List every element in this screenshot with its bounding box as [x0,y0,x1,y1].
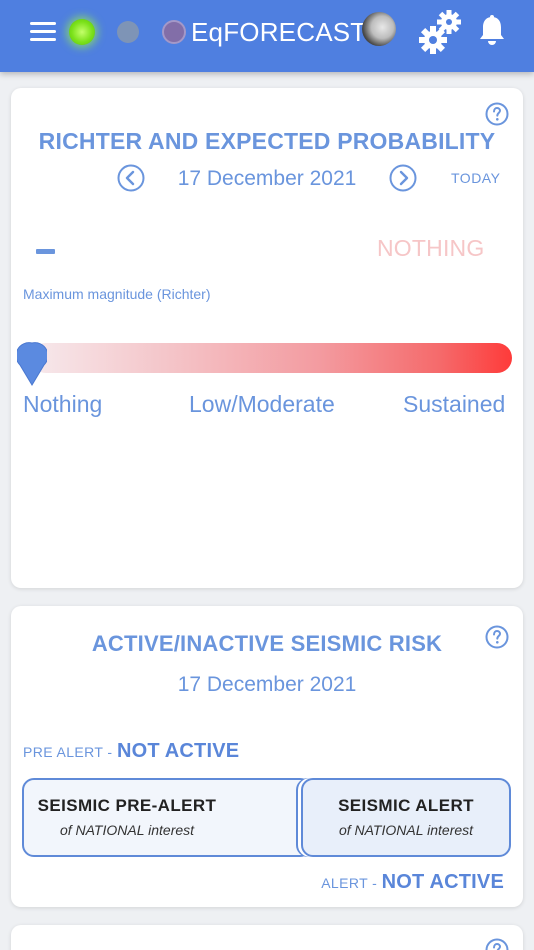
card-title: RICHTER AND EXPECTED PROBABILITY [38,128,496,154]
menu-icon[interactable] [30,22,56,42]
probability-scale-bar [31,343,512,373]
pre-alert-prefix: PRE ALERT - [23,744,113,760]
button-subtitle: of NATIONAL interest [59,822,195,838]
scale-label-sustained: Sustained [403,391,506,417]
pre-alert-status: NOT ACTIVE [116,740,240,762]
probability-status: NOTHING [377,235,485,261]
app-header: EqFORECAST [0,0,534,72]
seismic-risk-card: ACTIVE/INACTIVE SEISMIC RISK 17 December… [11,606,523,907]
help-icon[interactable] [485,102,509,126]
bell-icon[interactable] [477,14,507,48]
alert-prefix: ALERT - [321,875,378,891]
app-title: EqFORECAST [191,17,367,47]
richter-probability-card: RICHTER AND EXPECTED PROBABILITY 17 Dece… [11,88,523,588]
seismic-alert-button[interactable]: SEISMIC ALERT of NATIONAL interest [301,778,511,857]
previous-day-button[interactable] [117,164,145,192]
scale-label-nothing: Nothing [23,391,103,417]
pre-alert-status-line: PRE ALERT - NOT ACTIVE [23,740,239,763]
button-title: SEISMIC ALERT [338,796,474,815]
alert-status-line: ALERT - NOT ACTIVE [321,871,504,894]
status-dot-gray [117,21,139,43]
card-title: ACTIVE/INACTIVE SEISMIC RISK [91,631,443,656]
status-dot-green [69,19,95,45]
help-icon[interactable] [485,938,509,950]
gears-icon[interactable] [419,8,463,54]
scale-label-low-moderate: Low/Moderate [189,391,335,417]
alert-status: NOT ACTIVE [381,871,504,893]
moon-phase-icon[interactable] [362,12,396,46]
status-dot-purple [162,20,186,44]
seismic-pre-alert-button[interactable]: SEISMIC PRE-ALERT of NATIONAL interest [22,778,312,857]
button-subtitle: of NATIONAL interest [338,822,474,838]
button-title: SEISMIC PRE-ALERT [37,796,217,815]
magnitude-label: Maximum magnitude (Richter) [23,286,211,302]
risk-date: 17 December 2021 [177,673,357,696]
today-button[interactable]: TODAY [451,170,500,186]
magnitude-value [36,249,55,254]
next-day-button[interactable] [389,164,417,192]
next-card [11,925,523,950]
forecast-date: 17 December 2021 [177,167,357,190]
level-marker-pin [17,342,47,386]
